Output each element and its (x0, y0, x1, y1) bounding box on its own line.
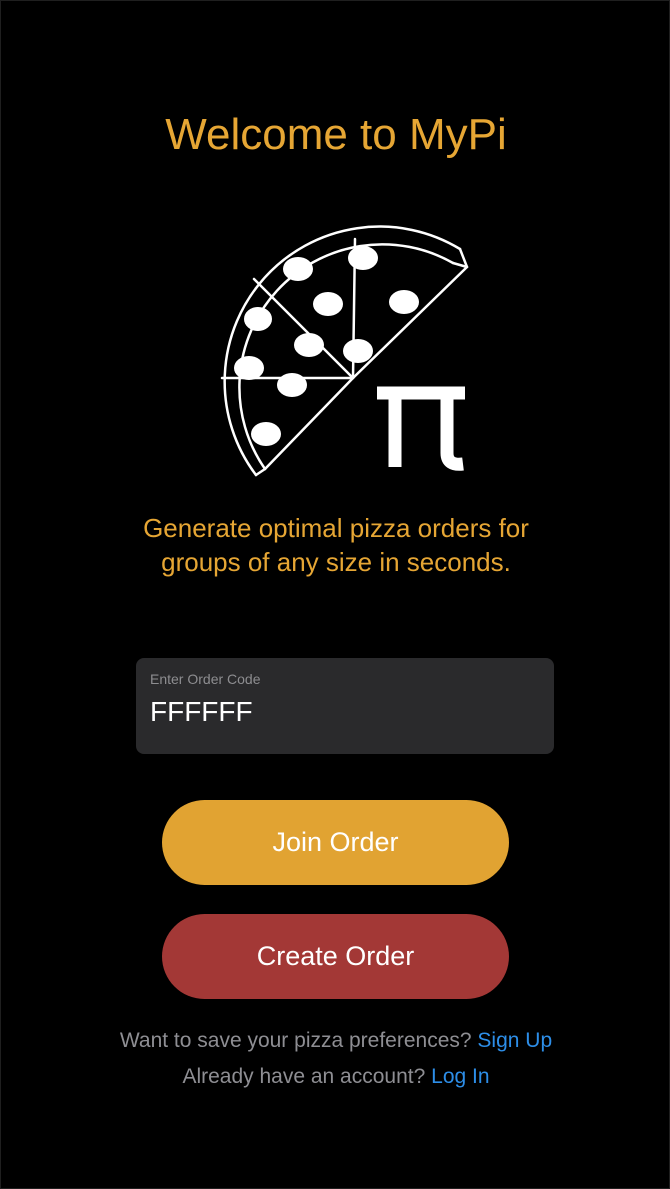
order-code-input[interactable] (150, 695, 540, 729)
page-title: Welcome to MyPi (165, 110, 507, 159)
join-order-button[interactable]: Join Order (162, 800, 509, 885)
login-prompt-text: Already have an account? (182, 1065, 426, 1088)
log-in-link[interactable]: Log In (431, 1065, 489, 1088)
order-code-field[interactable]: Enter Order Code (136, 658, 554, 754)
order-code-label: Enter Order Code (150, 671, 261, 687)
signup-prompt-text: Want to save your pizza preferences? (119, 1029, 472, 1052)
pizza-slice-pi-icon (220, 225, 469, 477)
tagline-line-1: Generate optimal pizza orders for (143, 513, 529, 543)
tagline-line-2: groups of any size in seconds. (161, 547, 511, 577)
app-screen: Welcome to MyPi Generate optimal pizza o… (0, 0, 670, 1189)
sign-up-link[interactable]: Sign Up (477, 1029, 552, 1052)
tagline: Generate optimal pizza orders for groups… (101, 511, 571, 579)
signup-prompt-row: Want to save your pizza preferences? Sig… (1, 1028, 670, 1054)
login-prompt-row: Already have an account? Log In (1, 1064, 670, 1090)
create-order-button[interactable]: Create Order (162, 914, 509, 999)
